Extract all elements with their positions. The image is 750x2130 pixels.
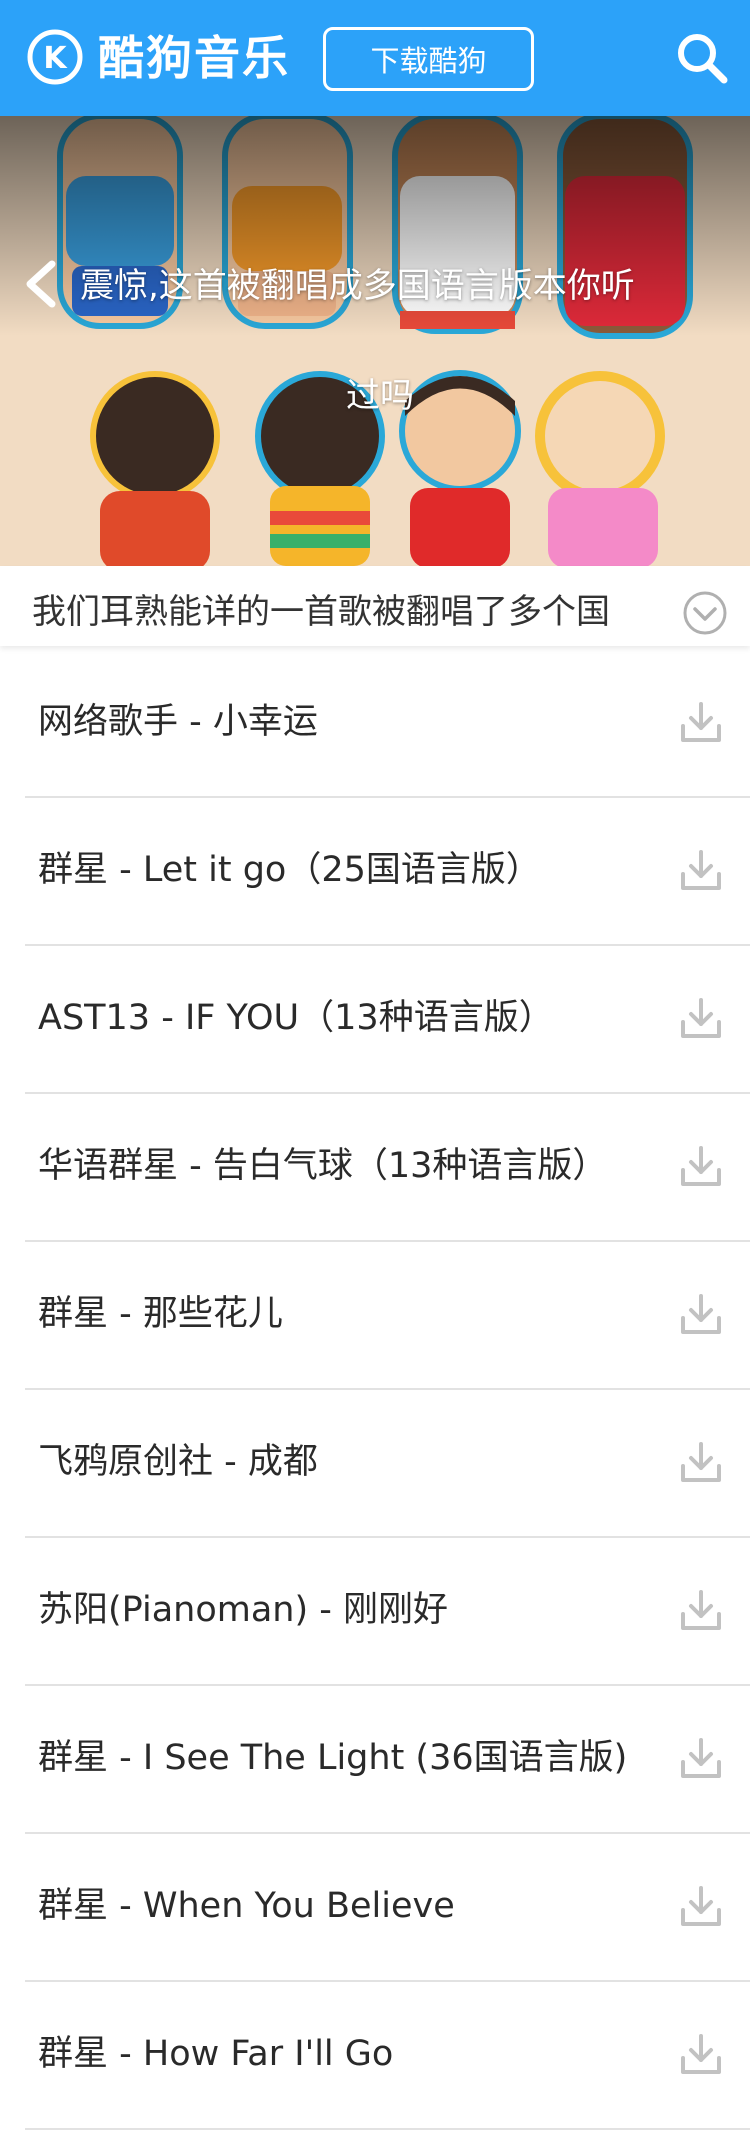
- download-icon[interactable]: [679, 1588, 723, 1632]
- article-title-line2: 过吗: [346, 376, 414, 416]
- download-icon[interactable]: [679, 1884, 723, 1928]
- song-item[interactable]: 群星 - How Far I'll Go: [25, 1982, 750, 2130]
- song-item[interactable]: AST13 - IF YOU（13种语言版）: [25, 946, 750, 1094]
- download-icon[interactable]: [679, 700, 723, 744]
- song-title: 网络歌手 - 小幸运: [38, 702, 318, 742]
- song-title: 群星 - How Far I'll Go: [38, 2034, 394, 2074]
- download-icon[interactable]: [679, 848, 723, 892]
- description-text: 我们耳熟能详的一首歌被翻唱了多个国: [32, 592, 610, 632]
- logo-text[interactable]: 酷狗音乐: [98, 28, 290, 88]
- download-icon[interactable]: [679, 1144, 723, 1188]
- song-list: 网络歌手 - 小幸运群星 - Let it go（25国语言版） AST13 - …: [0, 650, 750, 2130]
- download-icon[interactable]: [679, 2032, 723, 2076]
- download-icon[interactable]: [679, 996, 723, 1040]
- song-title: 群星 - When You Believe: [38, 1886, 455, 1926]
- top-bar: K 酷狗音乐 下载酷狗: [0, 0, 750, 116]
- logo-letter: K: [43, 41, 68, 76]
- song-title: 苏阳(Pianoman) - 刚刚好: [38, 1590, 449, 1630]
- kugou-logo-icon[interactable]: K: [26, 28, 84, 86]
- song-title: AST13 - IF YOU（13种语言版）: [38, 998, 554, 1038]
- song-item[interactable]: 苏阳(Pianoman) - 刚刚好: [25, 1538, 750, 1686]
- download-app-button[interactable]: 下载酷狗: [323, 27, 534, 91]
- article-banner: 震惊,这首被翻唱成多国语言版本你听 过吗: [0, 116, 750, 566]
- song-title: 群星 - Let it go（25国语言版）: [38, 850, 541, 890]
- song-title: 飞鸦原创社 - 成都: [38, 1442, 318, 1482]
- song-item[interactable]: 群星 - I See The Light (36国语言版): [25, 1686, 750, 1834]
- song-title: 华语群星 - 告白气球（13种语言版）: [38, 1146, 608, 1186]
- song-title: 群星 - 那些花儿: [38, 1294, 283, 1334]
- download-icon[interactable]: [679, 1440, 723, 1484]
- chevron-down-circle-icon[interactable]: [682, 590, 728, 636]
- download-icon[interactable]: [679, 1736, 723, 1780]
- chevron-left-icon[interactable]: [20, 256, 60, 312]
- song-item[interactable]: 网络歌手 - 小幸运: [25, 650, 750, 798]
- article-title: 震惊,这首被翻唱成多国语言版本你听 过吗: [80, 258, 680, 424]
- song-item[interactable]: 飞鸦原创社 - 成都: [25, 1390, 750, 1538]
- song-title: 群星 - I See The Light (36国语言版): [38, 1738, 628, 1778]
- song-item[interactable]: 群星 - 那些花儿: [25, 1242, 750, 1390]
- download-icon[interactable]: [679, 1292, 723, 1336]
- article-title-line1: 震惊,这首被翻唱成多国语言版本你听: [80, 266, 635, 306]
- article-description[interactable]: 我们耳熟能详的一首歌被翻唱了多个国: [0, 566, 750, 646]
- search-icon[interactable]: [674, 30, 730, 86]
- song-item[interactable]: 华语群星 - 告白气球（13种语言版）: [25, 1094, 750, 1242]
- song-item[interactable]: 群星 - When You Believe: [25, 1834, 750, 1982]
- song-item[interactable]: 群星 - Let it go（25国语言版）: [25, 798, 750, 946]
